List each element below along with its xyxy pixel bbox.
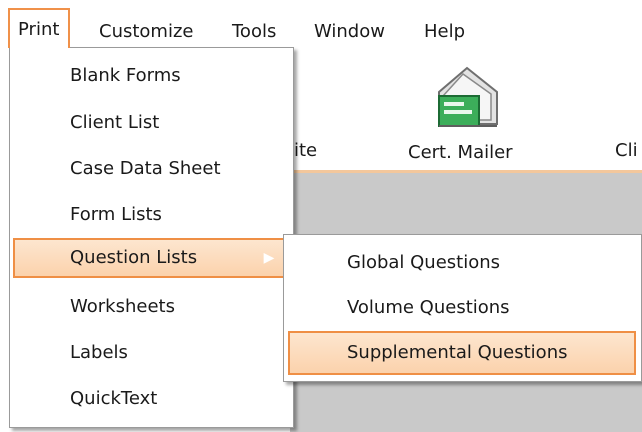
menu-item-label: Form Lists <box>70 204 162 225</box>
menu-tools[interactable]: Tools <box>226 17 282 47</box>
menu-item-labels[interactable]: Labels <box>13 333 290 373</box>
menu-item-worksheets[interactable]: Worksheets <box>13 287 290 327</box>
menu-tools-label: Tools <box>232 21 277 42</box>
question-lists-submenu: Global Questions Volume Questions Supple… <box>283 234 642 382</box>
menu-item-label: Question Lists <box>70 247 198 268</box>
triangle-right-icon: ▶ <box>263 250 275 266</box>
menu-item-client-list[interactable]: Client List <box>13 103 290 143</box>
submenu-item-global-questions[interactable]: Global Questions <box>288 241 636 285</box>
toolbar-partial-right-label[interactable]: Cli <box>615 140 638 161</box>
menu-help[interactable]: Help <box>418 17 471 47</box>
menu-window[interactable]: Window <box>308 17 391 47</box>
menu-help-label: Help <box>424 21 466 42</box>
submenu-item-label: Global Questions <box>347 252 501 273</box>
envelope-stack-icon <box>438 66 498 127</box>
menu-print[interactable]: Print <box>8 8 71 48</box>
submenu-item-supplemental-questions[interactable]: Supplemental Questions <box>288 331 636 375</box>
menu-item-label: Labels <box>70 342 128 363</box>
submenu-item-label: Supplemental Questions <box>347 342 568 363</box>
submenu-item-volume-questions[interactable]: Volume Questions <box>288 286 636 330</box>
menu-item-quicktext[interactable]: QuickText <box>13 379 290 419</box>
menu-item-label: Worksheets <box>70 296 175 317</box>
cert-mailer-button[interactable]: Cert. Mailer <box>404 58 534 168</box>
print-menu: Blank Forms Client List Case Data Sheet … <box>9 47 294 428</box>
menu-customize[interactable]: Customize <box>93 17 199 47</box>
menu-item-label: QuickText <box>70 388 158 409</box>
menu-customize-label: Customize <box>99 21 194 42</box>
menu-item-form-lists[interactable]: Form Lists <box>13 195 290 235</box>
menu-item-label: Blank Forms <box>70 65 181 86</box>
menu-item-label: Case Data Sheet <box>70 158 221 179</box>
menu-item-case-data-sheet[interactable]: Case Data Sheet <box>13 149 290 189</box>
menu-item-question-lists[interactable]: Question Lists ▶ <box>13 238 290 278</box>
menu-print-label: Print <box>18 19 60 40</box>
menu-item-blank-forms[interactable]: Blank Forms <box>13 56 290 96</box>
toolbar-partial-left-label[interactable]: ite <box>294 140 317 161</box>
menu-window-label: Window <box>314 21 385 42</box>
cert-mailer-label: Cert. Mailer <box>408 142 513 163</box>
app-window: Print Customize Tools Window Help ite Ce… <box>0 0 642 432</box>
menu-item-label: Client List <box>70 112 160 133</box>
submenu-item-label: Volume Questions <box>347 297 510 318</box>
